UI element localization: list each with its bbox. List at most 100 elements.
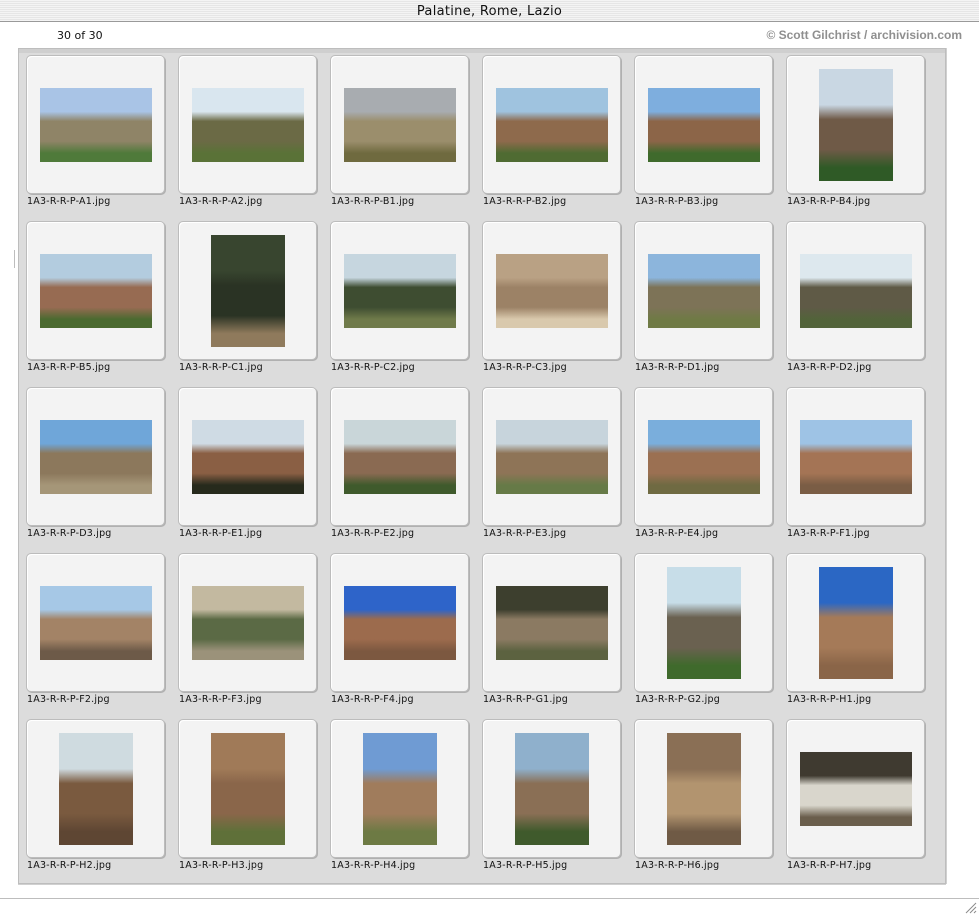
thumbnail-item[interactable]: 1A3-R-R-P-E3.jpg [475, 381, 627, 547]
slide-mount[interactable] [178, 553, 317, 692]
thumbnail-item[interactable]: 1A3-R-R-P-F4.jpg [323, 547, 475, 713]
photo-thumbnail[interactable] [647, 87, 760, 162]
thumbnail-item[interactable]: 1A3-R-R-P-H3.jpg [171, 713, 323, 879]
thumbnail-item[interactable]: 1A3-R-R-P-G1.jpg [475, 547, 627, 713]
photo-thumbnail[interactable] [191, 87, 304, 162]
thumbnail-item[interactable]: 1A3-R-R-P-E1.jpg [171, 381, 323, 547]
slide-mount[interactable] [26, 221, 165, 360]
thumbnail-item[interactable]: 1A3-R-R-P-C3.jpg [475, 215, 627, 381]
slide-mount[interactable] [634, 553, 773, 692]
thumbnail-item[interactable]: 1A3-R-R-P-B2.jpg [475, 49, 627, 215]
slide-mount[interactable] [482, 55, 621, 194]
photo-thumbnail[interactable] [191, 419, 304, 494]
thumbnail-item[interactable]: 1A3-R-R-P-H6.jpg [627, 713, 779, 879]
thumbnail-item[interactable]: 1A3-R-R-P-E4.jpg [627, 381, 779, 547]
slide-mount[interactable] [482, 719, 621, 858]
thumbnail-item[interactable]: 1A3-R-R-P-H7.jpg [779, 713, 931, 879]
slide-mount[interactable] [178, 719, 317, 858]
photo-thumbnail[interactable] [39, 419, 152, 494]
photo-thumbnail[interactable] [343, 253, 456, 328]
photo-thumbnail[interactable] [818, 566, 893, 679]
thumbnail-item[interactable]: 1A3-R-R-P-F2.jpg [19, 547, 171, 713]
thumbnail-filename: 1A3-R-R-P-G1.jpg [483, 694, 568, 705]
photo-thumbnail[interactable] [39, 253, 152, 328]
thumbnail-item[interactable]: 1A3-R-R-P-D3.jpg [19, 381, 171, 547]
window-titlebar[interactable]: Palatine, Rome, Lazio [0, 0, 979, 22]
photo-thumbnail[interactable] [210, 234, 285, 347]
photo-thumbnail[interactable] [495, 419, 608, 494]
slide-mount[interactable] [26, 719, 165, 858]
slide-mount[interactable] [26, 387, 165, 526]
slide-mount[interactable] [786, 55, 925, 194]
vertical-scrollbar[interactable] [946, 48, 959, 884]
photo-thumbnail[interactable] [647, 253, 760, 328]
photo-thumbnail[interactable] [39, 585, 152, 660]
slide-mount[interactable] [178, 387, 317, 526]
slide-mount[interactable] [178, 221, 317, 360]
slide-mount[interactable] [786, 719, 925, 858]
photo-thumbnail[interactable] [343, 419, 456, 494]
slide-mount[interactable] [26, 553, 165, 692]
slide-mount[interactable] [330, 55, 469, 194]
slide-mount[interactable] [330, 553, 469, 692]
photo-thumbnail[interactable] [799, 751, 912, 826]
thumbnail-item[interactable]: 1A3-R-R-P-A2.jpg [171, 49, 323, 215]
thumbnail-item[interactable]: 1A3-R-R-P-H2.jpg [19, 713, 171, 879]
photo-thumbnail[interactable] [495, 253, 608, 328]
thumbnail-item[interactable]: 1A3-R-R-P-E2.jpg [323, 381, 475, 547]
thumbnail-item[interactable]: 1A3-R-R-P-B1.jpg [323, 49, 475, 215]
photo-thumbnail[interactable] [495, 585, 608, 660]
thumbnail-item[interactable]: 1A3-R-R-P-D2.jpg [779, 215, 931, 381]
slide-mount[interactable] [330, 221, 469, 360]
slide-mount[interactable] [634, 55, 773, 194]
thumbnail-item[interactable]: 1A3-R-R-P-B4.jpg [779, 49, 931, 215]
photo-thumbnail[interactable] [647, 419, 760, 494]
photo-thumbnail[interactable] [343, 87, 456, 162]
photo-thumbnail[interactable] [58, 732, 133, 845]
thumbnail-item[interactable]: 1A3-R-R-P-D1.jpg [627, 215, 779, 381]
thumbnail-item[interactable]: 1A3-R-R-P-B3.jpg [627, 49, 779, 215]
thumbnail-item[interactable]: 1A3-R-R-P-H1.jpg [779, 547, 931, 713]
photo-thumbnail[interactable] [666, 566, 741, 679]
thumbnail-filename: 1A3-R-R-P-E1.jpg [179, 528, 263, 539]
thumbnail-item[interactable]: 1A3-R-R-P-A1.jpg [19, 49, 171, 215]
photo-thumbnail[interactable] [799, 253, 912, 328]
slide-mount[interactable] [786, 387, 925, 526]
thumbnail-item[interactable]: 1A3-R-R-P-C2.jpg [323, 215, 475, 381]
resize-grip-icon[interactable] [963, 900, 977, 914]
slide-mount[interactable] [330, 719, 469, 858]
thumbnail-filename: 1A3-R-R-P-F2.jpg [27, 694, 110, 705]
thumbnail-filename: 1A3-R-R-P-D1.jpg [635, 362, 720, 373]
photo-thumbnail[interactable] [343, 585, 456, 660]
slide-mount[interactable] [482, 553, 621, 692]
slide-mount[interactable] [634, 221, 773, 360]
slide-mount[interactable] [178, 55, 317, 194]
slide-mount[interactable] [26, 55, 165, 194]
photo-thumbnail[interactable] [514, 732, 589, 845]
slide-mount[interactable] [482, 387, 621, 526]
thumbnail-item[interactable]: 1A3-R-R-P-H4.jpg [323, 713, 475, 879]
thumbnail-item[interactable]: 1A3-R-R-P-C1.jpg [171, 215, 323, 381]
thumbnail-filename: 1A3-R-R-P-A1.jpg [27, 196, 111, 207]
slide-mount[interactable] [786, 553, 925, 692]
photo-thumbnail[interactable] [818, 68, 893, 181]
thumbnail-filename: 1A3-R-R-P-H1.jpg [787, 694, 872, 705]
slide-mount[interactable] [482, 221, 621, 360]
horizontal-scrollbar[interactable] [18, 884, 946, 898]
thumbnail-item[interactable]: 1A3-R-R-P-F3.jpg [171, 547, 323, 713]
thumbnail-item[interactable]: 1A3-R-R-P-F1.jpg [779, 381, 931, 547]
photo-thumbnail[interactable] [191, 585, 304, 660]
slide-mount[interactable] [786, 221, 925, 360]
photo-thumbnail[interactable] [495, 87, 608, 162]
photo-thumbnail[interactable] [362, 732, 437, 845]
photo-thumbnail[interactable] [39, 87, 152, 162]
slide-mount[interactable] [330, 387, 469, 526]
slide-mount[interactable] [634, 387, 773, 526]
photo-thumbnail[interactable] [210, 732, 285, 845]
photo-thumbnail[interactable] [666, 732, 741, 845]
thumbnail-item[interactable]: 1A3-R-R-P-H5.jpg [475, 713, 627, 879]
slide-mount[interactable] [634, 719, 773, 858]
thumbnail-item[interactable]: 1A3-R-R-P-B5.jpg [19, 215, 171, 381]
photo-thumbnail[interactable] [799, 419, 912, 494]
thumbnail-item[interactable]: 1A3-R-R-P-G2.jpg [627, 547, 779, 713]
